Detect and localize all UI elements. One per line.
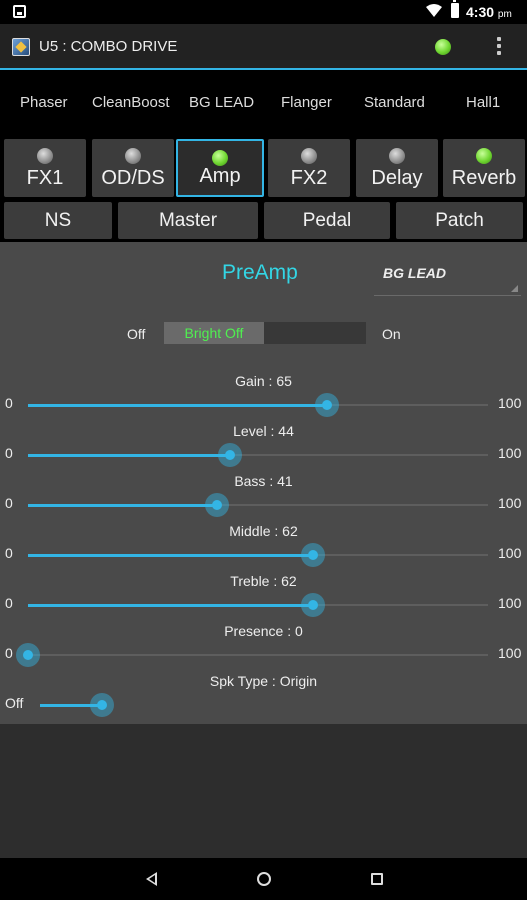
action-bar: U5 : COMBO DRIVE	[0, 24, 527, 70]
middle-slider-thumb[interactable]	[301, 543, 325, 567]
preamp-panel: PreAmp BG LEAD Off Bright Off On Gain : …	[0, 242, 527, 724]
level-slider-fill	[28, 454, 230, 457]
spk-type-label: Spk Type : Origin	[209, 673, 318, 689]
led-indicator-icon	[301, 148, 317, 164]
navigation-bar	[0, 858, 527, 900]
presence-slider-thumb[interactable]	[16, 643, 40, 667]
middle-slider-fill	[28, 554, 313, 557]
bright-switch[interactable]: Bright Off	[164, 322, 366, 344]
overflow-menu-icon[interactable]	[496, 37, 502, 57]
level-max-label: 100	[498, 445, 522, 461]
preset-phaser[interactable]: Phaser	[20, 94, 68, 111]
battery-icon	[451, 0, 459, 18]
ns-button[interactable]: NS	[4, 202, 112, 239]
presence-min-label: 0	[5, 645, 13, 661]
app-title: U5 : COMBO DRIVE	[39, 38, 178, 55]
panel-title: PreAmp	[222, 261, 298, 284]
middle-min-label: 0	[5, 545, 13, 561]
reverb-button[interactable]: Reverb	[443, 139, 525, 197]
bright-off-label: Off	[127, 326, 146, 342]
fx1-label: FX1	[26, 167, 64, 189]
amp-button[interactable]: Amp	[176, 139, 264, 197]
level-min-label: 0	[5, 445, 13, 461]
led-indicator-icon	[37, 148, 53, 164]
master-button[interactable]: Master	[118, 202, 258, 239]
amp-type-value: BG LEAD	[383, 265, 446, 281]
gain-min-label: 0	[5, 395, 13, 411]
empty-area	[0, 724, 527, 858]
effect-buttons: FX1 OD/DS Amp FX2 Delay Reverb	[0, 136, 527, 200]
back-icon[interactable]	[146, 872, 157, 886]
bright-switch-thumb[interactable]: Bright Off	[164, 322, 264, 344]
pedal-button[interactable]: Pedal	[264, 202, 390, 239]
level-slider[interactable]	[28, 443, 488, 467]
middle-label: Middle : 62	[229, 523, 298, 539]
fx1-button[interactable]: FX1	[4, 139, 86, 197]
led-indicator-icon	[125, 148, 141, 164]
preset-bg-lead[interactable]: BG LEAD	[189, 94, 254, 111]
od-ds-button[interactable]: OD/DS	[92, 139, 174, 197]
delay-label: Delay	[371, 167, 423, 189]
amp-type-select[interactable]: BG LEAD	[374, 260, 521, 296]
middle-max-label: 100	[498, 545, 522, 561]
bass-max-label: 100	[498, 495, 522, 511]
od-ds-label: OD/DS	[101, 167, 165, 189]
presence-slider[interactable]	[16, 643, 488, 667]
home-icon[interactable]	[257, 872, 271, 886]
gain-slider-fill	[28, 404, 327, 407]
sub-buttons: NS Master Pedal Patch	[0, 200, 527, 242]
app-icon[interactable]	[12, 38, 30, 56]
level-slider-thumb[interactable]	[218, 443, 242, 467]
gain-label: Gain : 65	[235, 373, 292, 389]
bass-min-label: 0	[5, 495, 13, 511]
presence-label: Presence : 0	[224, 623, 303, 639]
preset-standard[interactable]: Standard	[364, 94, 425, 111]
bright-on-label: On	[382, 326, 401, 342]
gain-slider[interactable]	[28, 393, 488, 417]
treble-slider-thumb[interactable]	[301, 593, 325, 617]
preset-bar: Phaser CleanBoost BG LEAD Flanger Standa…	[0, 72, 527, 134]
middle-slider[interactable]	[28, 543, 488, 567]
spk-type-slider[interactable]	[40, 693, 480, 717]
level-label: Level : 44	[233, 423, 294, 439]
wifi-icon	[426, 4, 442, 17]
led-indicator-icon	[389, 148, 405, 164]
bass-label: Bass : 41	[234, 473, 293, 489]
amp-label: Amp	[199, 165, 241, 187]
bass-slider-thumb[interactable]	[205, 493, 229, 517]
led-indicator-icon	[476, 148, 492, 164]
fx2-label: FX2	[290, 167, 328, 189]
reverb-label: Reverb	[451, 167, 517, 189]
clock: 4:30 pm	[466, 4, 512, 20]
preset-cleanboost[interactable]: CleanBoost	[92, 94, 170, 111]
led-indicator-icon	[212, 150, 228, 166]
bass-slider[interactable]	[28, 493, 488, 517]
treble-label: Treble : 62	[230, 573, 297, 589]
treble-min-label: 0	[5, 595, 13, 611]
presence-max-label: 100	[498, 645, 522, 661]
dropdown-triangle-icon	[511, 285, 518, 292]
status-bar: 4:30 pm	[0, 0, 527, 24]
preset-hall1[interactable]: Hall1	[466, 94, 500, 111]
gain-slider-thumb[interactable]	[315, 393, 339, 417]
gain-max-label: 100	[498, 395, 522, 411]
treble-slider-fill	[28, 604, 313, 607]
connection-led-icon	[435, 39, 451, 55]
patch-button[interactable]: Patch	[396, 202, 523, 239]
recents-icon[interactable]	[371, 873, 383, 885]
preset-flanger[interactable]: Flanger	[281, 94, 332, 111]
treble-max-label: 100	[498, 595, 522, 611]
spk-type-slider-thumb[interactable]	[90, 693, 114, 717]
spk-type-min-label: Off	[5, 695, 24, 711]
treble-slider[interactable]	[28, 593, 488, 617]
notification-icon	[13, 5, 26, 18]
delay-button[interactable]: Delay	[356, 139, 438, 197]
fx2-button[interactable]: FX2	[268, 139, 350, 197]
bass-slider-fill	[28, 504, 217, 507]
